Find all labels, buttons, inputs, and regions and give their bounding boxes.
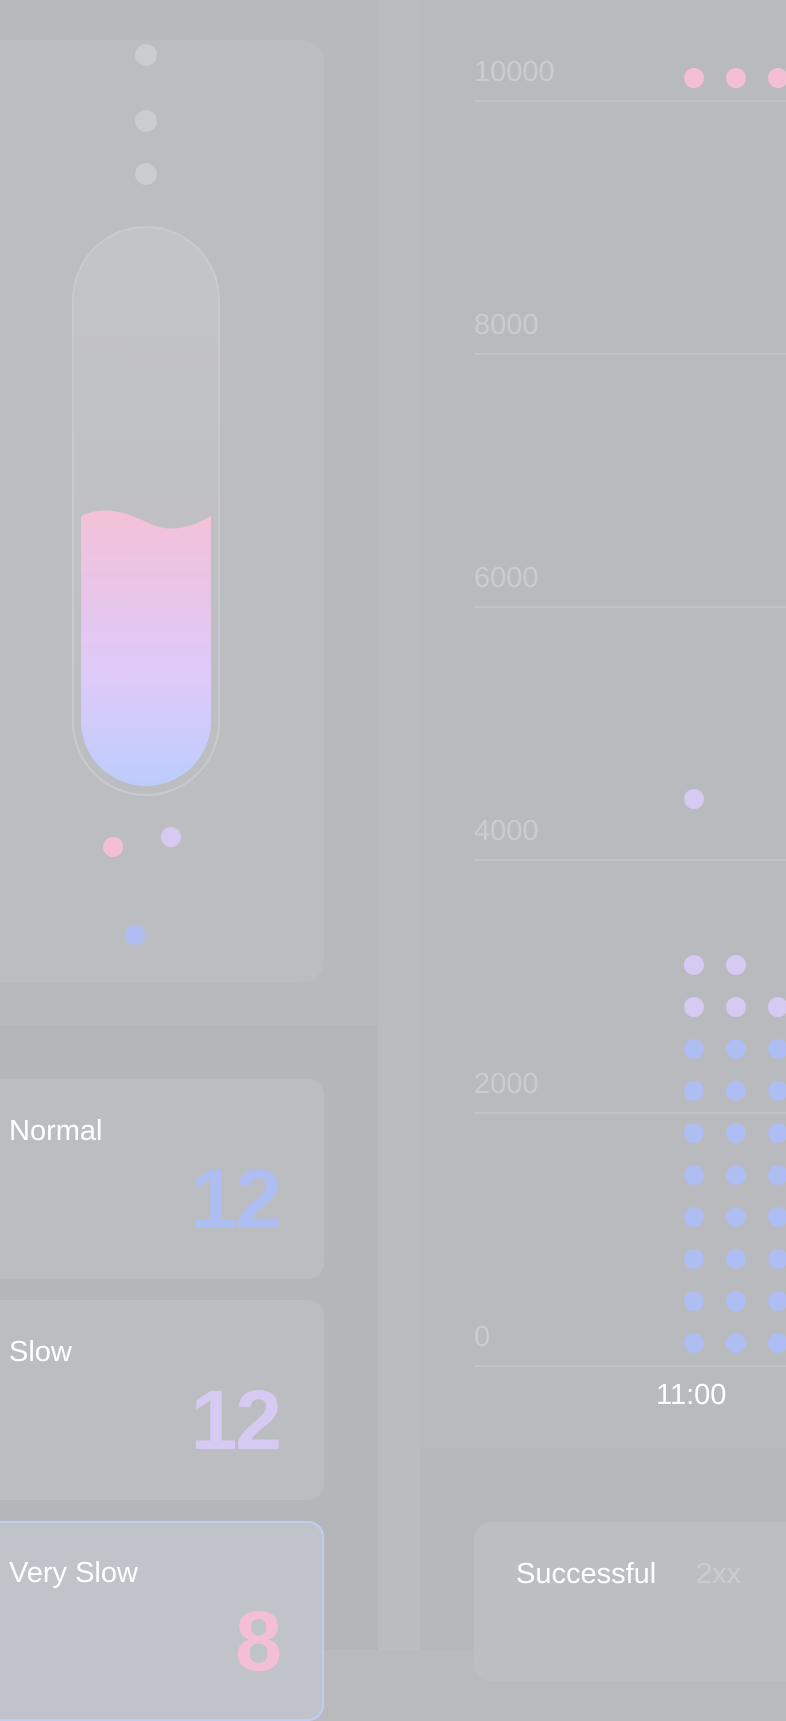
y-tick-label: 2000 bbox=[474, 1068, 539, 1100]
chart-point-normal bbox=[726, 1039, 746, 1059]
chart-point-slow bbox=[684, 997, 704, 1017]
chart-point-normal bbox=[684, 1333, 704, 1353]
chart-point-normal bbox=[726, 1207, 746, 1227]
chart-point-normal bbox=[768, 1165, 786, 1185]
chart-point-slow bbox=[684, 955, 704, 975]
y-tick-label: 0 bbox=[474, 1321, 491, 1353]
chart-point-normal bbox=[684, 1081, 704, 1101]
normal-dot bbox=[125, 925, 145, 945]
chart-point-very-slow bbox=[768, 68, 786, 88]
gridline bbox=[474, 100, 786, 102]
chart-point-normal bbox=[684, 1249, 704, 1269]
chart-point-slow bbox=[768, 997, 786, 1017]
chart-point-very-slow bbox=[726, 68, 746, 88]
chart-point-normal bbox=[768, 1123, 786, 1143]
chart-point-normal bbox=[726, 1081, 746, 1101]
chart-point-normal bbox=[768, 1207, 786, 1227]
gridline bbox=[474, 859, 786, 861]
stat-label: Very Slow bbox=[9, 1557, 138, 1589]
stat-value: 12 bbox=[190, 1373, 282, 1467]
chart-point-normal bbox=[684, 1123, 704, 1143]
chart-point-slow bbox=[726, 955, 746, 975]
filter-status-code: 2xx bbox=[696, 1558, 742, 1590]
stat-card-very-slow[interactable]: Very Slow 8 bbox=[0, 1521, 324, 1721]
y-tick-label: 6000 bbox=[474, 562, 539, 594]
column-divider bbox=[378, 0, 420, 1650]
y-tick-label: 8000 bbox=[474, 309, 539, 341]
chart-point-normal bbox=[768, 1249, 786, 1269]
chart-point-normal bbox=[768, 1081, 786, 1101]
chart-point-normal bbox=[684, 1291, 704, 1311]
gauge-bubble bbox=[135, 110, 157, 132]
very-slow-dot bbox=[103, 837, 123, 857]
chart-point-normal bbox=[726, 1291, 746, 1311]
filter-label: Successful bbox=[516, 1558, 657, 1590]
stat-card-normal[interactable]: Normal 12 bbox=[0, 1079, 324, 1279]
gauge-bubble bbox=[135, 44, 157, 66]
stat-label: Slow bbox=[9, 1336, 72, 1368]
chart-point-normal bbox=[726, 1165, 746, 1185]
filter-card-successful[interactable] bbox=[474, 1522, 786, 1682]
slow-dot bbox=[161, 827, 181, 847]
chart-point-normal bbox=[768, 1291, 786, 1311]
chart-point-normal bbox=[684, 1165, 704, 1185]
stat-value: 12 bbox=[190, 1152, 282, 1246]
gauge-fill bbox=[81, 510, 211, 786]
gauge-fill-graphic bbox=[81, 510, 211, 786]
chart-point-very-slow bbox=[684, 68, 704, 88]
x-tick-label: 11:00 bbox=[656, 1379, 727, 1411]
chart-point-normal bbox=[726, 1249, 746, 1269]
stat-label: Normal bbox=[9, 1115, 103, 1147]
chart-point-normal bbox=[726, 1123, 746, 1143]
chart-point-normal bbox=[684, 1207, 704, 1227]
chart-point-slow bbox=[684, 789, 704, 810]
gridline bbox=[474, 606, 786, 608]
stat-card-slow[interactable]: Slow 12 bbox=[0, 1300, 324, 1500]
gauge-bubble bbox=[135, 163, 157, 185]
chart-point-normal bbox=[768, 1039, 786, 1059]
chart-point-slow bbox=[726, 997, 746, 1017]
chart-point-normal bbox=[726, 1333, 746, 1353]
chart-point-normal bbox=[768, 1333, 786, 1353]
stat-value: 8 bbox=[235, 1594, 282, 1688]
gridline bbox=[474, 1112, 786, 1114]
gridline bbox=[474, 353, 786, 355]
y-tick-label: 10000 bbox=[474, 56, 555, 88]
y-tick-label: 4000 bbox=[474, 815, 539, 847]
chart-point-normal bbox=[684, 1039, 704, 1059]
gridline bbox=[474, 1365, 786, 1367]
